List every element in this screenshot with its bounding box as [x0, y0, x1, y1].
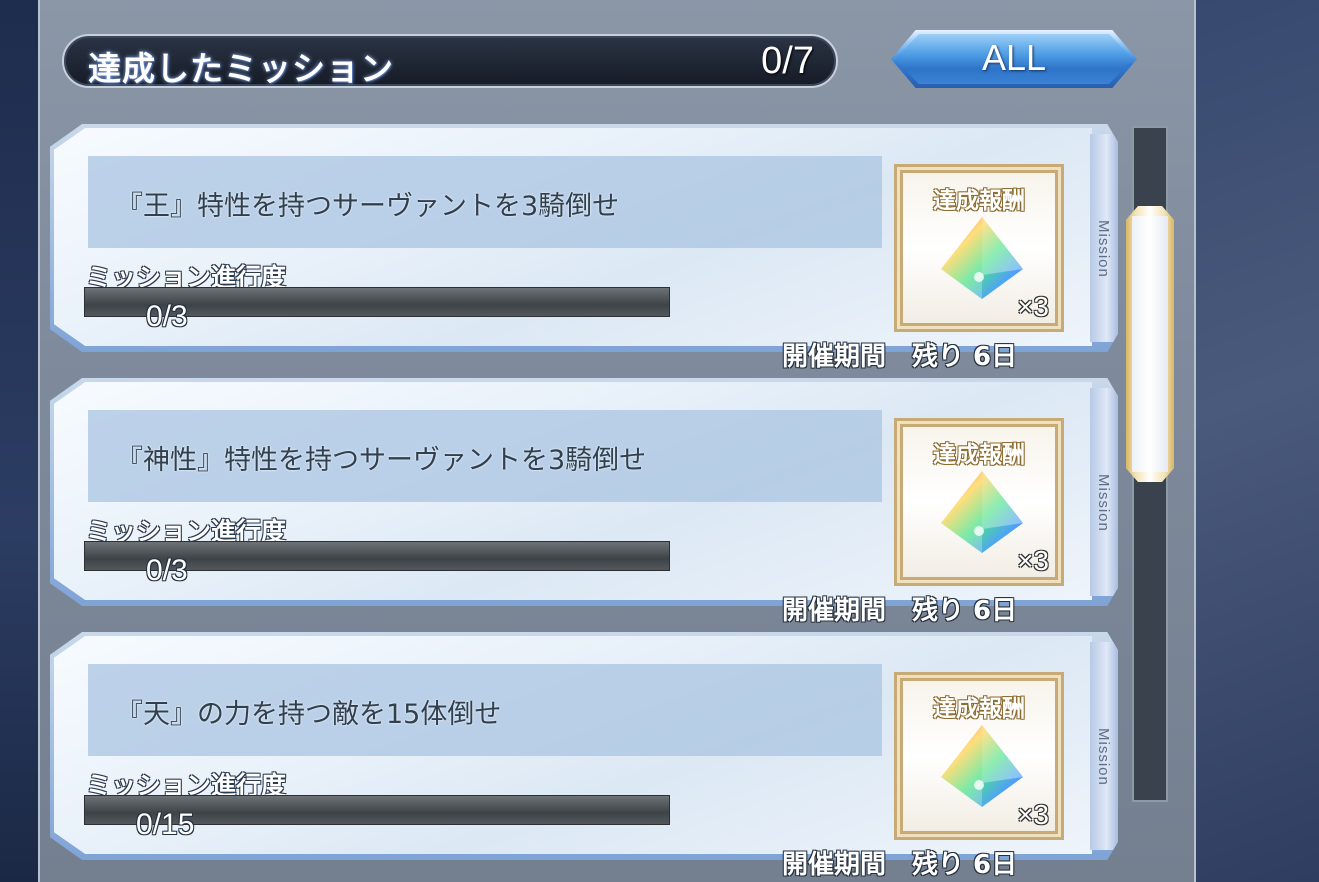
mission-description: 『天』の力を持つ敵を15体倒せ: [116, 699, 502, 730]
background-left: [0, 0, 38, 882]
scrollbar-thumb[interactable]: [1126, 206, 1174, 482]
mission-card-tab: Mission: [1090, 642, 1118, 850]
reward-title: 達成報酬: [933, 442, 1025, 468]
reward-title: 達成報酬: [933, 188, 1025, 214]
scrollbar-thumb-face: [1132, 216, 1168, 472]
filter-all-label: ALL: [981, 37, 1047, 78]
reward-box[interactable]: 達成報酬 ×3: [894, 418, 1064, 586]
mission-description: 『神性』特性を持つサーヴァントを3騎倒せ: [116, 445, 647, 476]
event-period: 開催期間 残り 6日: [782, 850, 1018, 880]
progress-value: 0/3: [146, 300, 188, 333]
reward-quantity: ×3: [1017, 799, 1049, 830]
header-title: 達成したミッション: [88, 49, 394, 88]
saint-quartz-icon: [941, 217, 1023, 299]
filter-all-button[interactable]: ALL: [891, 30, 1137, 88]
completed-count: 0/7: [761, 40, 814, 82]
reward-box[interactable]: 達成報酬 ×3: [894, 164, 1064, 332]
saint-quartz-icon: [941, 471, 1023, 553]
reward-quantity: ×3: [1017, 545, 1049, 576]
mission-card-tab: Mission: [1090, 134, 1118, 342]
mission-side-label: Mission: [1095, 728, 1112, 786]
progress-value: 0/3: [146, 554, 188, 587]
reward-box[interactable]: 達成報酬 ×3: [894, 672, 1064, 840]
reward-title: 達成報酬: [933, 696, 1025, 722]
reward-quantity: ×3: [1017, 291, 1049, 322]
event-period: 開催期間 残り 6日: [782, 596, 1018, 626]
mission-card-tab: Mission: [1090, 388, 1118, 596]
completed-missions-header: 達成したミッション 0/7: [62, 34, 838, 88]
background-right: [1196, 0, 1319, 882]
mission-side-label: Mission: [1095, 474, 1112, 532]
event-period: 開催期間 残り 6日: [782, 342, 1018, 372]
saint-quartz-icon: [941, 725, 1023, 807]
progress-value: 0/15: [136, 808, 195, 841]
mission-description: 『王』特性を持つサーヴァントを3騎倒せ: [116, 191, 620, 222]
mission-side-label: Mission: [1095, 220, 1112, 278]
